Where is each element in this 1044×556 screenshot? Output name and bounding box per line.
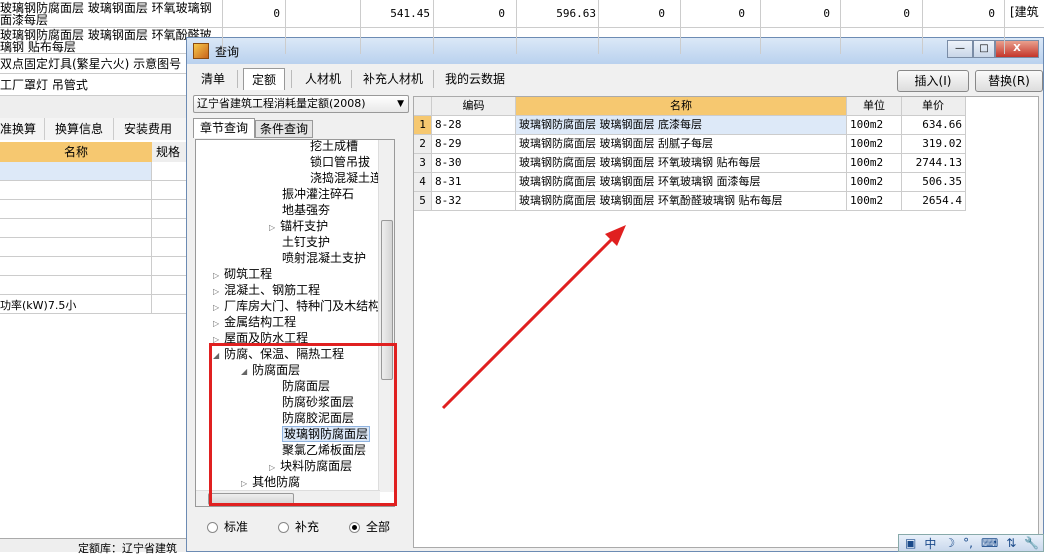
ime-toolbar[interactable]: ▣ 中 ☽ °, ⌨ ⇅ 🔧 xyxy=(898,534,1044,552)
split-icon[interactable]: ⇅ xyxy=(1006,536,1016,550)
punctuation-icon[interactable]: °, xyxy=(963,536,973,550)
keyboard-icon[interactable]: ⌨ xyxy=(981,536,998,550)
ime-mode[interactable]: 中 xyxy=(924,535,936,552)
wrench-icon[interactable]: 🔧 xyxy=(1024,536,1039,550)
moon-icon[interactable]: ☽ xyxy=(944,536,955,550)
annotation-arrow xyxy=(441,225,626,410)
ime-logo-icon[interactable]: ▣ xyxy=(905,536,916,550)
